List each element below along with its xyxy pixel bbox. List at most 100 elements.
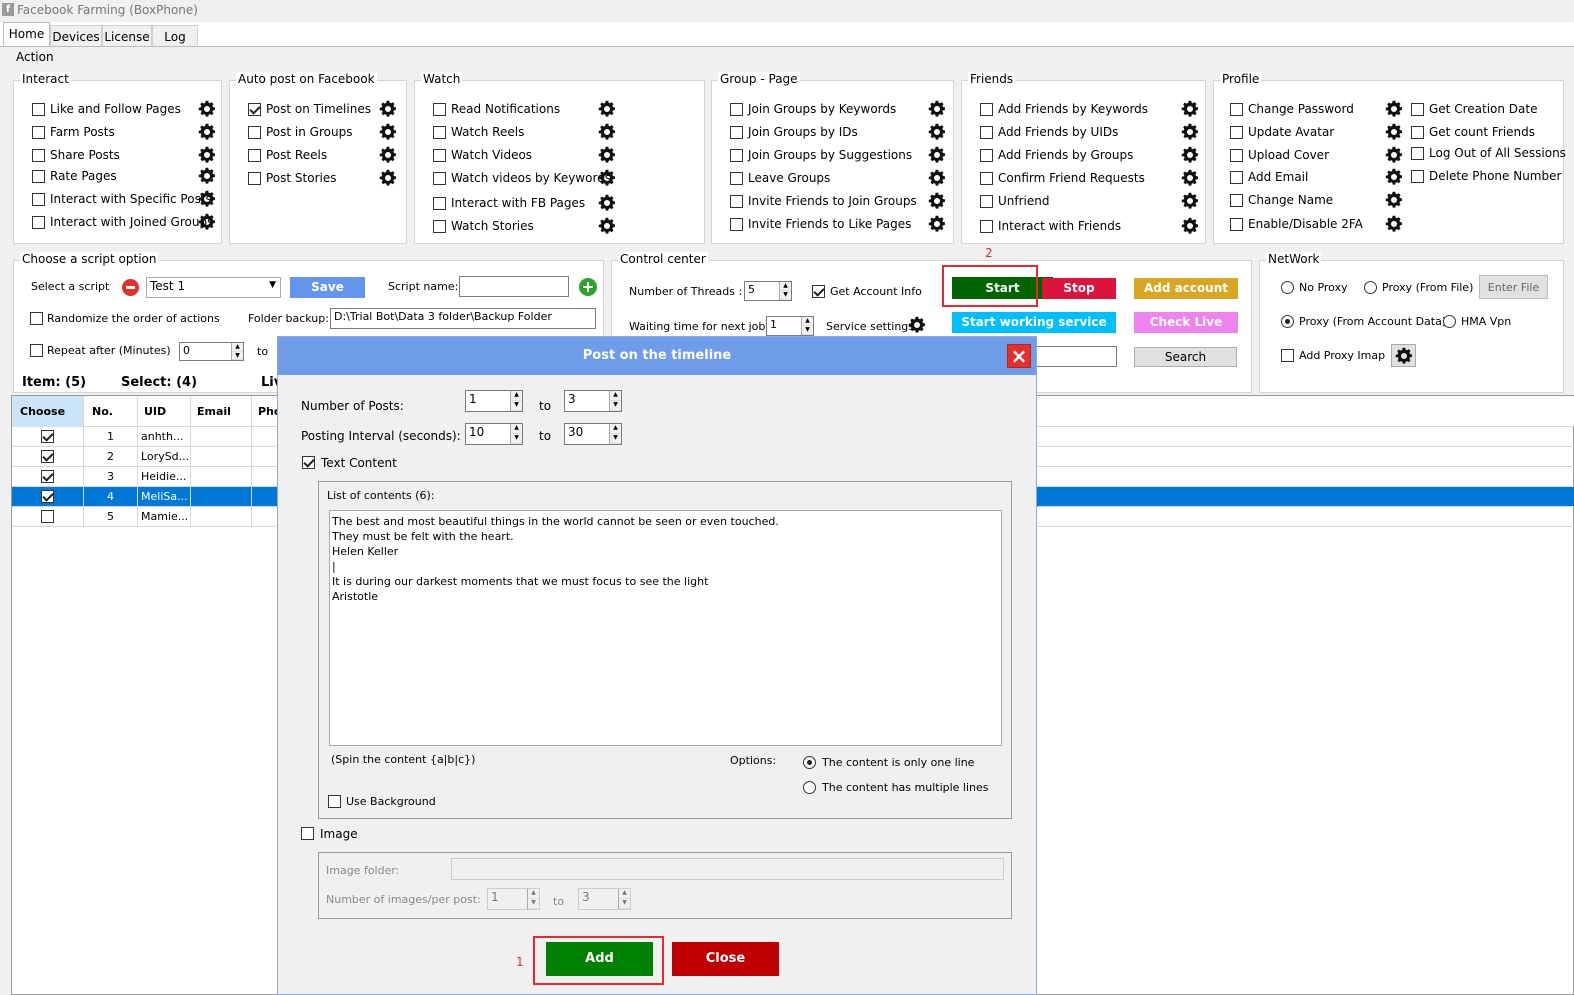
invite-friends-to-like-pages-gear-icon[interactable] <box>928 215 946 233</box>
num-posts-from-input[interactable]: 1 ▲ ▼ <box>465 390 523 412</box>
log-out-of-all-sessions-checkbox[interactable] <box>1411 147 1424 160</box>
get-count-friends-checkbox[interactable] <box>1411 126 1424 139</box>
image-checkbox[interactable] <box>301 827 314 840</box>
choose-cell[interactable] <box>12 427 84 447</box>
use-background-checkbox[interactable] <box>328 795 341 808</box>
watch-stories-gear-icon[interactable] <box>598 217 616 235</box>
post-on-timelines-checkbox[interactable] <box>248 103 261 116</box>
add-friends-by-keywords-checkbox[interactable] <box>980 103 993 116</box>
upload-cover-checkbox[interactable] <box>1230 149 1243 162</box>
start-working-service-button[interactable]: Start working service <box>952 312 1116 333</box>
save-script-button[interactable]: Save <box>290 277 365 298</box>
watch-reels-gear-icon[interactable] <box>598 123 616 141</box>
watch-videos-checkbox[interactable] <box>433 149 446 162</box>
proxy-file-radio[interactable] <box>1364 281 1377 294</box>
choose-cell[interactable] <box>12 487 84 507</box>
choose-cell[interactable] <box>12 467 84 487</box>
add-email-gear-icon[interactable] <box>1385 168 1403 186</box>
proxy-settings-button[interactable] <box>1391 344 1416 367</box>
add-friends-by-groups-checkbox[interactable] <box>980 149 993 162</box>
interval-from-spinner[interactable]: ▲ ▼ <box>510 424 522 444</box>
confirm-friend-requests-gear-icon[interactable] <box>1181 169 1199 187</box>
add-friends-by-keywords-gear-icon[interactable] <box>1181 100 1199 118</box>
row-checkbox[interactable] <box>41 470 54 483</box>
images-to-input[interactable]: 3 ▲ ▼ <box>578 888 631 910</box>
enter-file-button[interactable]: Enter File <box>1479 275 1548 299</box>
share-posts-gear-icon[interactable] <box>198 146 216 164</box>
images-from-input[interactable]: 1 ▲ ▼ <box>487 888 540 910</box>
interact-with-friends-gear-icon[interactable] <box>1181 217 1199 235</box>
interval-to-spinner[interactable]: ▲ ▼ <box>609 424 621 444</box>
multi-line-radio[interactable] <box>803 781 816 794</box>
watch-stories-checkbox[interactable] <box>433 220 446 233</box>
tab-license[interactable]: License <box>102 25 152 46</box>
close-icon[interactable]: × <box>1007 344 1031 368</box>
change-name-gear-icon[interactable] <box>1385 191 1403 209</box>
leave-groups-checkbox[interactable] <box>730 172 743 185</box>
invite-friends-to-join-groups-checkbox[interactable] <box>730 195 743 208</box>
num-posts-to-spinner[interactable]: ▲ ▼ <box>609 391 621 411</box>
no-proxy-radio[interactable] <box>1281 281 1294 294</box>
script-name-input[interactable] <box>459 276 569 297</box>
tab-devices[interactable]: Devices <box>50 25 102 46</box>
folder-backup-input[interactable]: D:\Trial Bot\Data 3 folder\Backup Folder <box>330 308 596 329</box>
join-groups-by-keywords-checkbox[interactable] <box>730 103 743 116</box>
image-folder-input[interactable] <box>451 858 1004 880</box>
add-friends-by-uids-checkbox[interactable] <box>980 126 993 139</box>
post-reels-gear-icon[interactable] <box>379 146 397 164</box>
interact-with-friends-checkbox[interactable] <box>980 220 993 233</box>
join-groups-by-suggestions-checkbox[interactable] <box>730 149 743 162</box>
column-header[interactable]: Email <box>191 396 252 427</box>
repeat-checkbox[interactable] <box>30 344 43 357</box>
like-and-follow-pages-checkbox[interactable] <box>32 103 45 116</box>
interact-with-joined-groups-checkbox[interactable] <box>32 216 45 229</box>
add-account-button[interactable]: Add account <box>1134 278 1238 299</box>
row-checkbox[interactable] <box>41 430 54 443</box>
upload-cover-gear-icon[interactable] <box>1385 146 1403 164</box>
num-posts-from-spinner[interactable]: ▲ ▼ <box>510 391 522 411</box>
add-friends-by-groups-gear-icon[interactable] <box>1181 146 1199 164</box>
interact-with-fb-pages-checkbox[interactable] <box>433 197 446 210</box>
enable-disable-2fa-checkbox[interactable] <box>1230 218 1243 231</box>
post-in-groups-gear-icon[interactable] <box>379 123 397 141</box>
search-input[interactable] <box>1032 346 1117 367</box>
interval-to-input[interactable]: 30 ▲ ▼ <box>564 423 622 445</box>
get-account-info-checkbox[interactable] <box>812 285 825 298</box>
add-script-icon[interactable] <box>579 278 597 296</box>
share-posts-checkbox[interactable] <box>32 149 45 162</box>
one-line-radio[interactable] <box>803 756 816 769</box>
rate-pages-checkbox[interactable] <box>32 170 45 183</box>
column-header[interactable]: UID <box>138 396 191 427</box>
join-groups-by-keywords-gear-icon[interactable] <box>928 100 946 118</box>
interact-with-specific-posts-gear-icon[interactable] <box>198 190 216 208</box>
enable-disable-2fa-gear-icon[interactable] <box>1385 215 1403 233</box>
invite-friends-to-join-groups-gear-icon[interactable] <box>928 192 946 210</box>
delete-phone-number-checkbox[interactable] <box>1411 170 1424 183</box>
service-settings-gear-icon[interactable] <box>908 316 926 334</box>
watch-videos-by-keywords-checkbox[interactable] <box>433 172 446 185</box>
post-stories-gear-icon[interactable] <box>379 169 397 187</box>
script-select[interactable]: Test 1 ▼ <box>146 277 281 298</box>
post-stories-checkbox[interactable] <box>248 172 261 185</box>
text-content-checkbox[interactable] <box>302 456 315 469</box>
farm-posts-checkbox[interactable] <box>32 126 45 139</box>
change-password-checkbox[interactable] <box>1230 103 1243 116</box>
leave-groups-gear-icon[interactable] <box>928 169 946 187</box>
remove-script-icon[interactable] <box>122 279 139 296</box>
choose-cell[interactable] <box>12 507 84 527</box>
watch-videos-gear-icon[interactable] <box>598 146 616 164</box>
waiting-input[interactable]: 1 ▲ ▼ <box>766 316 814 336</box>
update-avatar-checkbox[interactable] <box>1230 126 1243 139</box>
join-groups-by-ids-checkbox[interactable] <box>730 126 743 139</box>
row-checkbox[interactable] <box>41 510 54 523</box>
interval-from-input[interactable]: 10 ▲ ▼ <box>465 423 523 445</box>
join-groups-by-suggestions-gear-icon[interactable] <box>928 146 946 164</box>
row-checkbox[interactable] <box>41 490 54 503</box>
post-in-groups-checkbox[interactable] <box>248 126 261 139</box>
post-reels-checkbox[interactable] <box>248 149 261 162</box>
invite-friends-to-like-pages-checkbox[interactable] <box>730 218 743 231</box>
column-header[interactable]: Choose <box>12 396 84 427</box>
add-email-checkbox[interactable] <box>1230 171 1243 184</box>
hma-vpn-radio[interactable] <box>1443 315 1456 328</box>
images-from-spinner[interactable]: ▲ ▼ <box>527 889 539 909</box>
